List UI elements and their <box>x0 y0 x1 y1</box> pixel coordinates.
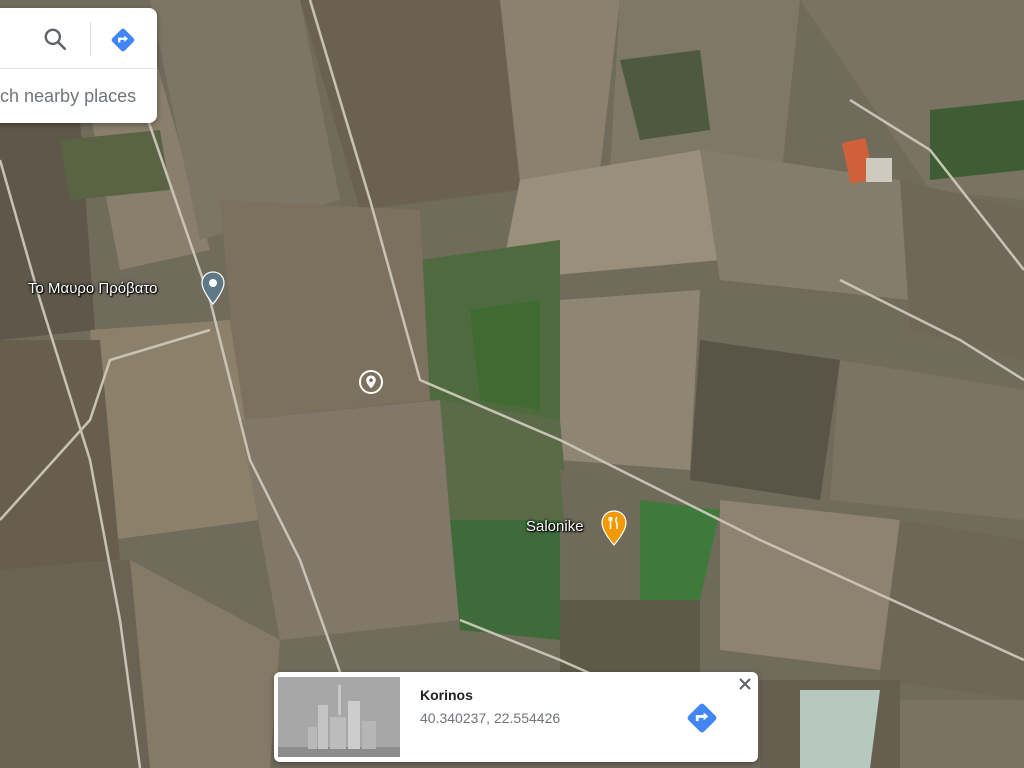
directions-icon[interactable] <box>683 699 721 737</box>
place-info-card[interactable]: Korinos 40.340237, 22.554426 <box>274 672 758 762</box>
close-icon[interactable] <box>737 676 753 692</box>
search-card: Search nearby places <box>0 8 157 123</box>
restaurant-icon[interactable] <box>601 510 627 546</box>
directions-icon[interactable] <box>108 25 138 55</box>
selected-location-pin-icon[interactable] <box>358 369 384 395</box>
search-divider <box>90 22 91 56</box>
place-coordinates: 40.340237, 22.554426 <box>420 710 561 726</box>
farmhouse-building <box>866 158 892 182</box>
search-row[interactable] <box>0 8 157 69</box>
location-pin-icon[interactable] <box>201 271 225 305</box>
place-label-salonike[interactable]: Salonike <box>526 518 584 535</box>
place-title: Korinos <box>420 687 473 703</box>
search-icon[interactable] <box>42 26 68 52</box>
place-label-mavro-provato[interactable]: Το Μαυρο Πρόβατο <box>28 280 158 297</box>
search-nearby-link[interactable]: Search nearby places <box>0 86 157 110</box>
street-view-thumbnail[interactable] <box>278 677 400 757</box>
